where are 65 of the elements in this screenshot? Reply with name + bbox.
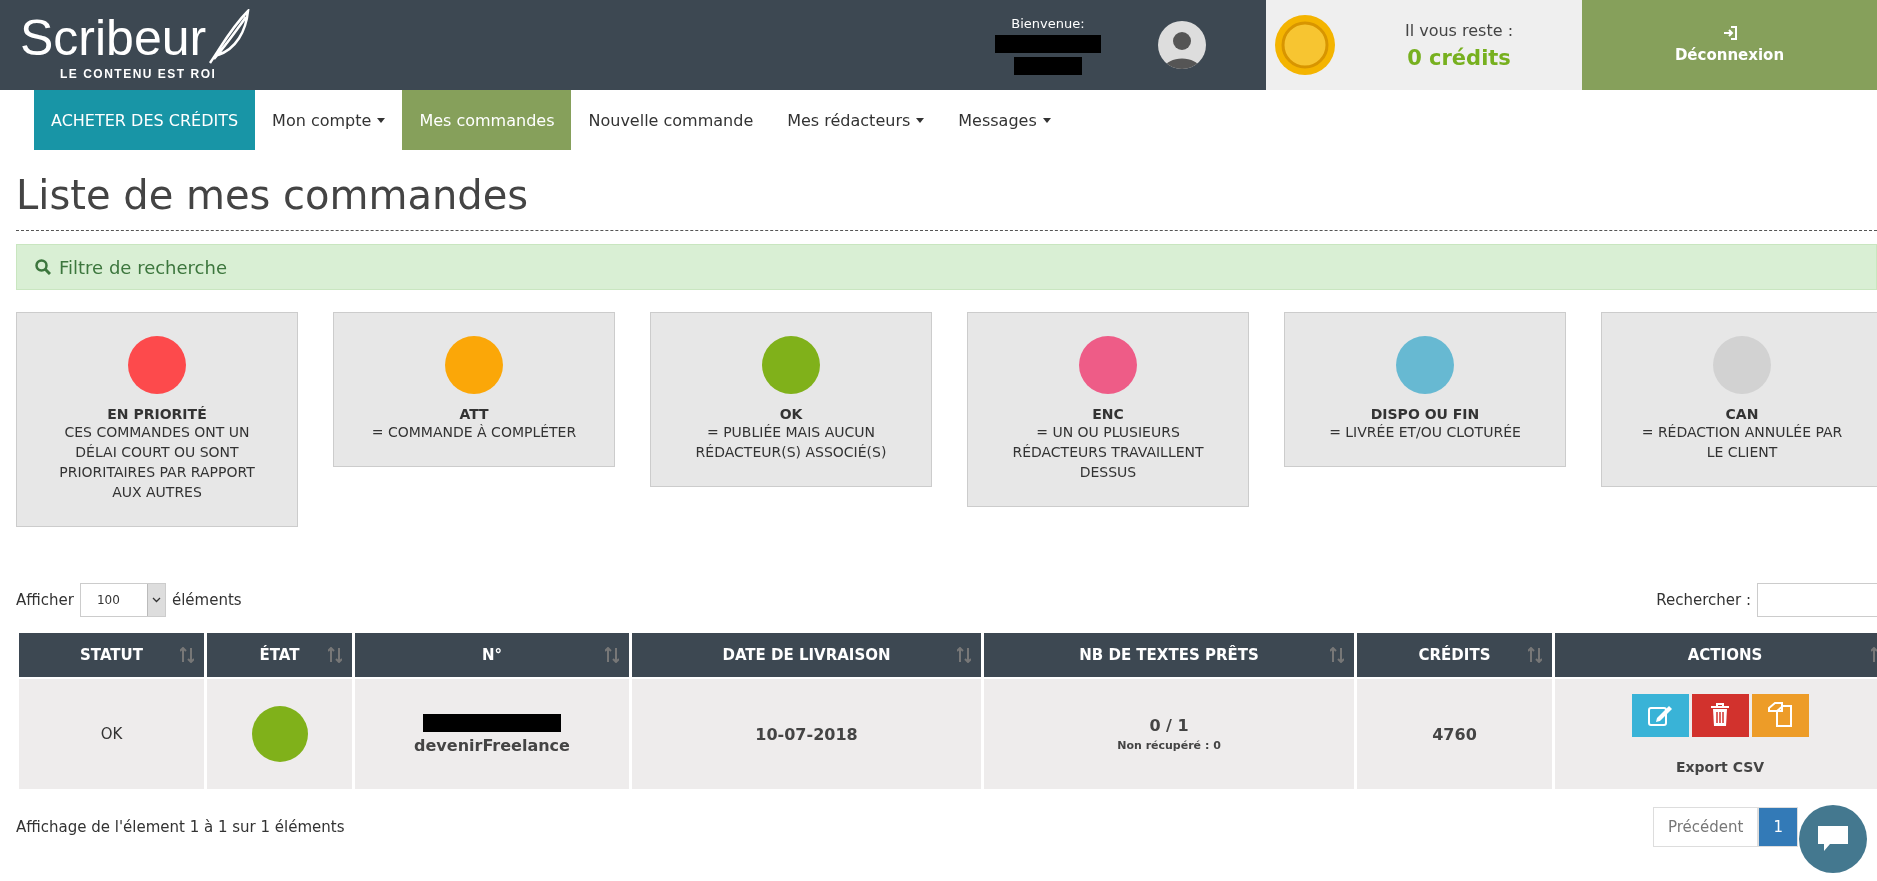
edit-button[interactable] xyxy=(1631,693,1689,737)
status-description: = RÉDACTION ANNULÉE PAR LE CLIENT xyxy=(1640,423,1844,462)
length-label: éléments xyxy=(171,591,242,609)
buy-credits-button[interactable]: ACHETER DES CRÉDITS xyxy=(34,90,256,150)
copy-button[interactable] xyxy=(1751,693,1809,737)
column-header[interactable]: NB DE TEXTES PRÊTS xyxy=(984,633,1354,677)
status-code: DISPO OU FIN xyxy=(1370,406,1480,422)
sort-icon[interactable] xyxy=(180,647,194,663)
status-description: = COMMANDE À COMPLÉTER xyxy=(370,423,578,442)
pagination-button[interactable]: Précédent xyxy=(1653,807,1759,847)
credits-value: 0 crédits xyxy=(1407,45,1511,70)
column-header[interactable]: CRÉDITS xyxy=(1357,633,1552,677)
nav-item[interactable]: Nouvelle commande xyxy=(571,90,771,150)
avatar[interactable] xyxy=(1158,21,1206,69)
trash-icon xyxy=(1710,703,1730,727)
column-header[interactable]: N° xyxy=(355,633,629,677)
column-header[interactable]: ACTIONS xyxy=(1555,633,1877,677)
chevron-icon xyxy=(151,597,161,603)
export-csv-link[interactable]: Export CSV xyxy=(1675,758,1765,775)
sort-icon[interactable] xyxy=(1528,647,1542,663)
copy-icon xyxy=(1767,702,1793,728)
status-description: CES COMMANDES ONT UN DÉLAI COURT OU SONT PRIORITAIRES PAR RAPPORT AUX AUTRES xyxy=(58,423,256,502)
ready-count: 0 / 1 xyxy=(1149,716,1189,735)
sort-icon[interactable] xyxy=(605,647,619,663)
redaction-bar xyxy=(1014,56,1082,75)
sort-icon[interactable] xyxy=(957,647,971,663)
column-header[interactable]: ÉTAT xyxy=(207,633,352,677)
pagination-button[interactable]: 1 xyxy=(1758,807,1798,847)
credits-amount: 4760 xyxy=(1432,724,1477,744)
search-icon xyxy=(35,259,51,275)
nav-item[interactable]: Mes rédacteurs xyxy=(770,90,942,150)
status-code: CAN xyxy=(1725,406,1759,422)
status-code: ATT xyxy=(459,406,489,422)
delivery-date: 10-07-2018 xyxy=(755,724,858,744)
column-header[interactable]: DATE DE LIVRAISON xyxy=(632,633,981,677)
edit-icon xyxy=(1647,703,1673,727)
tagline: LE CONTENU EST ROI xyxy=(60,67,217,81)
not-fetched-count: Non récupéré : 0 xyxy=(1117,739,1221,752)
nav-item[interactable]: Mon compte xyxy=(255,90,403,150)
credits-label: Il vous reste : xyxy=(1404,20,1514,40)
table-info: Affichage de l'élement 1 à 1 sur 1 éléments xyxy=(16,818,345,836)
status-description: = PUBLIÉE MAIS AUCUN RÉDACTEUR(S) ASSOCIÉ(S) xyxy=(694,423,888,462)
order-name: devenirFreelance xyxy=(414,735,570,755)
table-cell: OK xyxy=(19,679,204,789)
status-description: = LIVRÉE ET/OU CLOTURÉE xyxy=(1328,423,1522,442)
length-label: Afficher xyxy=(16,591,74,609)
status-description: = UN OU PLUSIEURS RÉDACTEURS TRAVAILLENT DESSUS xyxy=(1011,423,1205,482)
coin-icon xyxy=(1274,14,1336,76)
filter-label: Filtre de recherche xyxy=(59,256,227,278)
sort-icon[interactable] xyxy=(328,647,342,663)
status-code: OK xyxy=(779,406,803,422)
sign-in-icon xyxy=(1722,26,1737,40)
logo[interactable]: Scribeur xyxy=(20,12,207,64)
sort-icon[interactable] xyxy=(1330,647,1344,663)
filter-bar[interactable]: Filtre de recherche xyxy=(16,244,1877,290)
search-label: Rechercher : xyxy=(1656,591,1751,609)
welcome-label: Bienvenue: xyxy=(1011,15,1085,31)
column-header[interactable]: STATUT xyxy=(19,633,204,677)
length-select[interactable]: 100 xyxy=(79,583,166,617)
delete-button[interactable] xyxy=(1691,693,1749,737)
page-title: Liste de mes commandes xyxy=(16,172,1877,231)
status-code: EN PRIORITÉ xyxy=(107,406,207,422)
search-field[interactable] xyxy=(1757,583,1877,617)
status-code: ENC xyxy=(1092,406,1124,422)
nav-item[interactable]: Messages xyxy=(941,90,1068,150)
